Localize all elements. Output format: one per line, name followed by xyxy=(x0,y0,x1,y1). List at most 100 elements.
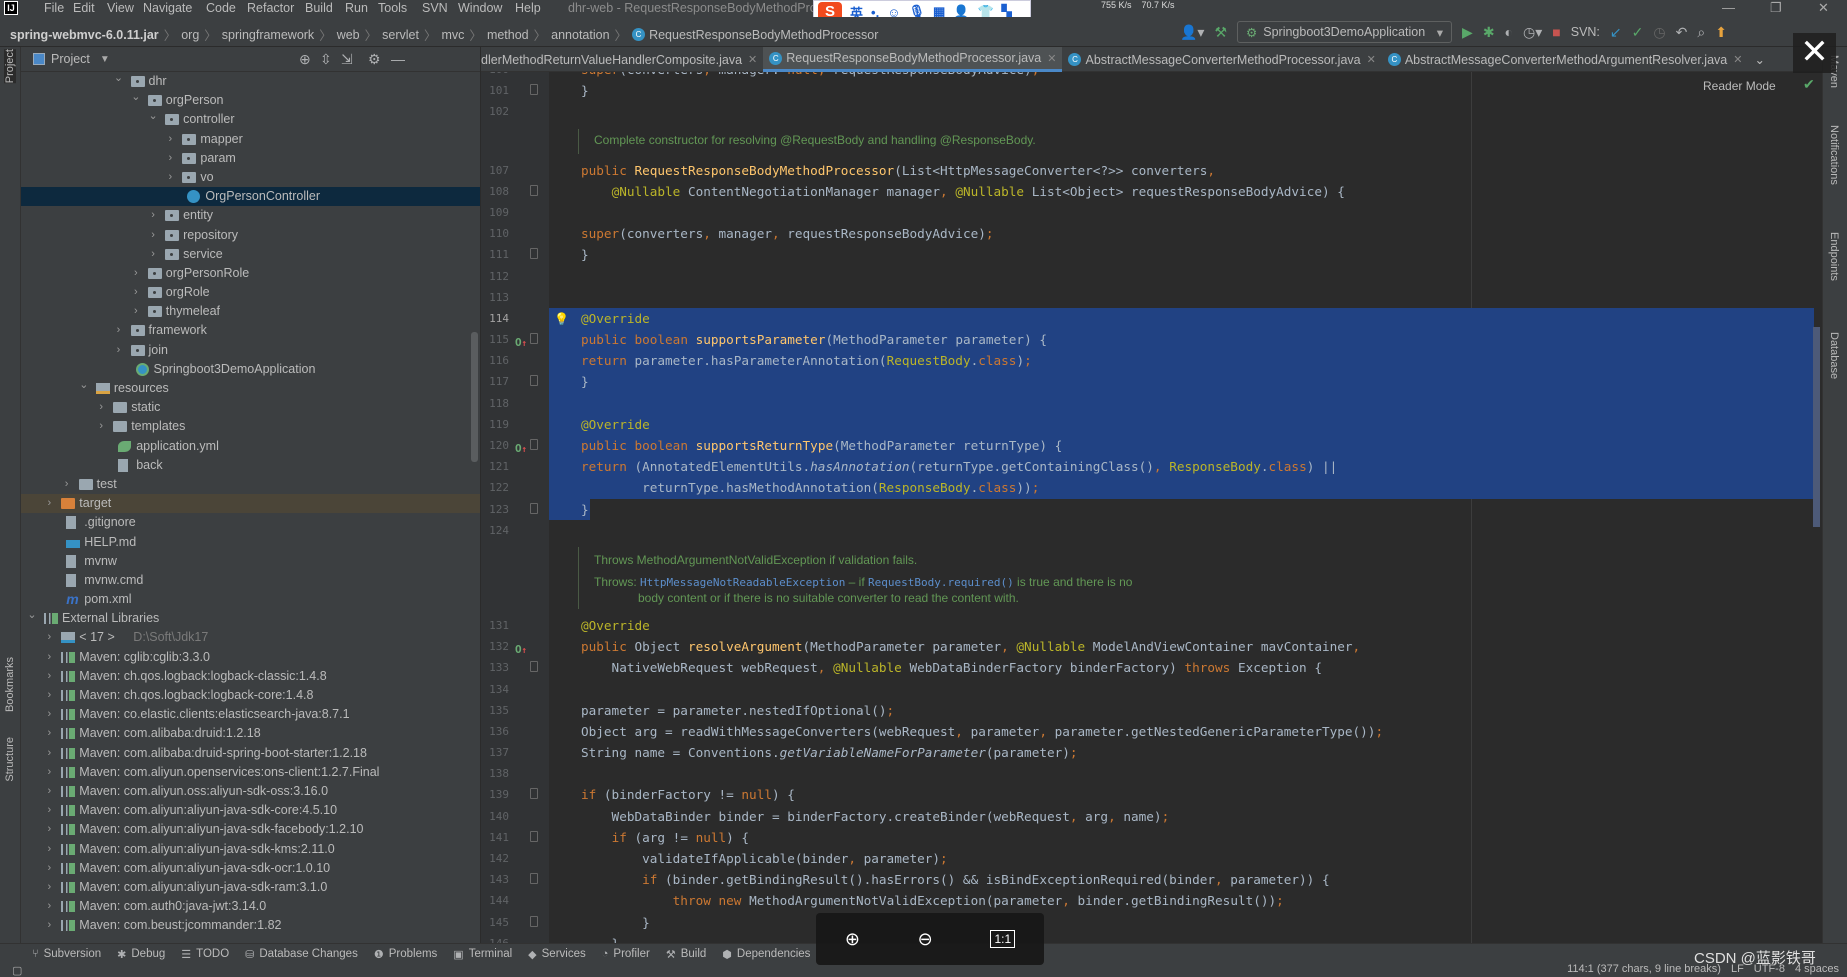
code-content[interactable]: 100super(converters, manager: null, requ… xyxy=(481,59,1822,943)
chevron-right-icon[interactable]: › xyxy=(148,245,158,264)
editor-scrollbar[interactable] xyxy=(1813,327,1820,527)
line-number[interactable]: 116 xyxy=(481,350,509,371)
locate-file-icon[interactable]: ⊕ xyxy=(299,51,311,68)
chevron-right-icon[interactable]: › xyxy=(44,801,54,820)
editor-tab[interactable]: C AbstractMessageConverterMethodArgumentR… xyxy=(1382,47,1749,72)
line-number[interactable]: 131 xyxy=(481,615,509,636)
tree-item[interactable]: › Maven: com.auth0:java-jwt:3.14.0 xyxy=(21,897,480,916)
more-tabs-chevron-icon[interactable]: ⌄ xyxy=(1748,47,1770,72)
exception-link[interactable]: HttpMessageNotReadableException xyxy=(640,576,845,589)
notifications-tool-button[interactable]: Notifications xyxy=(1828,125,1840,185)
tree-item[interactable]: › mapper xyxy=(21,130,480,149)
breadcrumb-current[interactable]: RequestResponseBodyMethodProcessor xyxy=(649,28,878,42)
line-number[interactable]: 117 xyxy=(481,371,509,392)
tree-item[interactable]: › Maven: com.aliyun:aliyun-java-sdk-faceb… xyxy=(21,820,480,839)
breadcrumb-item[interactable]: spring-webmvc-6.0.11.jar xyxy=(10,28,159,42)
tree-item[interactable]: ⌄ dhr xyxy=(21,72,480,91)
tree-item[interactable]: › orgPersonRole xyxy=(21,264,480,283)
code-line[interactable]: 134 xyxy=(481,679,1822,700)
project-scrollbar[interactable] xyxy=(471,332,478,462)
chevron-right-icon[interactable]: › xyxy=(44,820,54,839)
line-number[interactable]: 122 xyxy=(481,477,509,498)
line-number[interactable]: 119 xyxy=(481,414,509,435)
inspection-ok-icon[interactable]: ✔ xyxy=(1803,76,1815,93)
line-number[interactable]: 121 xyxy=(481,456,509,477)
reader-mode-toggle[interactable]: Reader Mode xyxy=(1703,79,1776,93)
chevron-right-icon[interactable]: › xyxy=(131,283,141,302)
line-number[interactable]: 140 xyxy=(481,806,509,827)
line-number[interactable]: 114 xyxy=(481,308,509,329)
tree-item[interactable]: › static xyxy=(21,398,480,417)
tree-item[interactable]: mvnw xyxy=(21,552,480,571)
chevron-right-icon[interactable]: › xyxy=(165,149,175,168)
chevron-right-icon[interactable]: › xyxy=(165,168,175,187)
project-tool-button[interactable]: Project xyxy=(4,49,16,84)
coverage-icon[interactable]: ◐ xyxy=(1505,25,1513,39)
rollback-icon[interactable]: ↶ xyxy=(1676,25,1688,39)
chevron-right-icon[interactable]: › xyxy=(44,859,54,878)
tool-window-build[interactable]: ⚒ Build xyxy=(666,948,706,961)
code-line[interactable]: 145 } xyxy=(481,912,1822,933)
tree-item[interactable]: › Maven: com.aliyun:aliyun-java-sdk-ram:3… xyxy=(21,878,480,897)
chevron-right-icon[interactable]: › xyxy=(44,763,54,782)
actual-size-button[interactable]: 1:1 xyxy=(990,930,1016,948)
line-number[interactable]: 133 xyxy=(481,657,509,678)
tree-item[interactable]: › join xyxy=(21,341,480,360)
code-line[interactable]: 140 WebDataBinder binder = binderFactory… xyxy=(481,806,1822,827)
code-line[interactable]: 139 if (binderFactory != null) { xyxy=(481,784,1822,805)
chevron-right-icon[interactable]: › xyxy=(44,648,54,667)
close-tab-icon[interactable]: ✕ xyxy=(748,53,757,66)
line-number[interactable]: 110 xyxy=(481,223,509,244)
code-line[interactable]: 115Opublic boolean supportsParameter(Met… xyxy=(481,329,1822,351)
menu-edit[interactable]: Edit xyxy=(73,1,95,15)
fold-marker-icon[interactable] xyxy=(530,788,538,800)
tree-item[interactable]: › Maven: com.aliyun.oss:aliyun-sdk-oss:3.… xyxy=(21,782,480,801)
code-line[interactable]: 112 xyxy=(481,266,1822,287)
line-number[interactable]: 143 xyxy=(481,869,509,890)
line-number[interactable]: 132 xyxy=(481,636,509,657)
line-number[interactable]: 111 xyxy=(481,244,509,265)
tree-item[interactable]: Springboot3DemoApplication xyxy=(21,360,480,379)
tree-item[interactable]: back xyxy=(21,456,480,475)
tree-item[interactable]: › entity xyxy=(21,206,480,225)
chevron-right-icon[interactable]: › xyxy=(44,782,54,801)
tool-window-subversion[interactable]: ⑂ Subversion xyxy=(32,948,101,960)
fold-marker-icon[interactable] xyxy=(530,439,538,450)
code-line[interactable]: 113 xyxy=(481,287,1822,308)
tree-item[interactable]: › Maven: com.beust:jcommander:1.82 xyxy=(21,916,480,935)
fold-marker-icon[interactable] xyxy=(530,333,538,345)
chevron-down-icon[interactable]: ⌄ xyxy=(79,376,89,395)
chevron-right-icon[interactable]: › xyxy=(44,744,54,763)
tree-item[interactable]: ⌄ controller xyxy=(21,110,480,129)
line-number[interactable]: 136 xyxy=(481,721,509,742)
tool-window-dependencies[interactable]: ⬢ Dependencies xyxy=(722,948,810,961)
code-line[interactable]: 133 NativeWebRequest webRequest, @Nullab… xyxy=(481,657,1822,678)
code-line[interactable]: 102 xyxy=(481,101,1822,122)
tree-item[interactable]: › Maven: co.elastic.clients:elasticsearch… xyxy=(21,705,480,724)
profiler-icon[interactable]: ◷▾ xyxy=(1523,25,1542,39)
tree-item[interactable]: application.yml xyxy=(21,437,480,456)
menu-tools[interactable]: Tools xyxy=(378,1,407,15)
close-tab-icon[interactable]: ✕ xyxy=(1047,52,1056,65)
tree-item[interactable]: › target xyxy=(21,494,480,514)
fold-marker-icon[interactable] xyxy=(530,915,538,927)
menu-run[interactable]: Run xyxy=(345,1,368,15)
fold-marker-icon[interactable] xyxy=(530,84,538,96)
chevron-down-icon[interactable]: ▼ xyxy=(100,54,110,65)
tool-window-todo[interactable]: ☰ TODO xyxy=(181,948,229,961)
structure-tool-button[interactable]: Structure xyxy=(4,737,16,782)
menu-navigate[interactable]: Navigate xyxy=(143,1,192,15)
close-window-button[interactable]: ✕ xyxy=(1818,0,1829,16)
code-line[interactable]: 143 if (binder.getBindingResult().hasErr… xyxy=(481,869,1822,890)
minimize-button[interactable]: — xyxy=(1722,0,1735,15)
tree-item[interactable]: .gitignore xyxy=(21,513,480,532)
code-line[interactable]: 116 return parameter.hasParameterAnnotati… xyxy=(481,350,1822,372)
tree-item[interactable]: › repository xyxy=(21,226,480,245)
line-number[interactable]: 139 xyxy=(481,784,509,805)
code-line[interactable]: 110 super(converters, manager, requestRes… xyxy=(481,223,1822,244)
code-line[interactable]: 108 @Nullable ContentNegotiationManager … xyxy=(481,181,1822,202)
code-line[interactable]: 118 xyxy=(481,392,1822,414)
code-line[interactable]: 124 xyxy=(481,520,1822,541)
menu-refactor[interactable]: Refactor xyxy=(247,1,294,15)
zoom-in-icon[interactable]: ⊕ xyxy=(845,929,860,950)
